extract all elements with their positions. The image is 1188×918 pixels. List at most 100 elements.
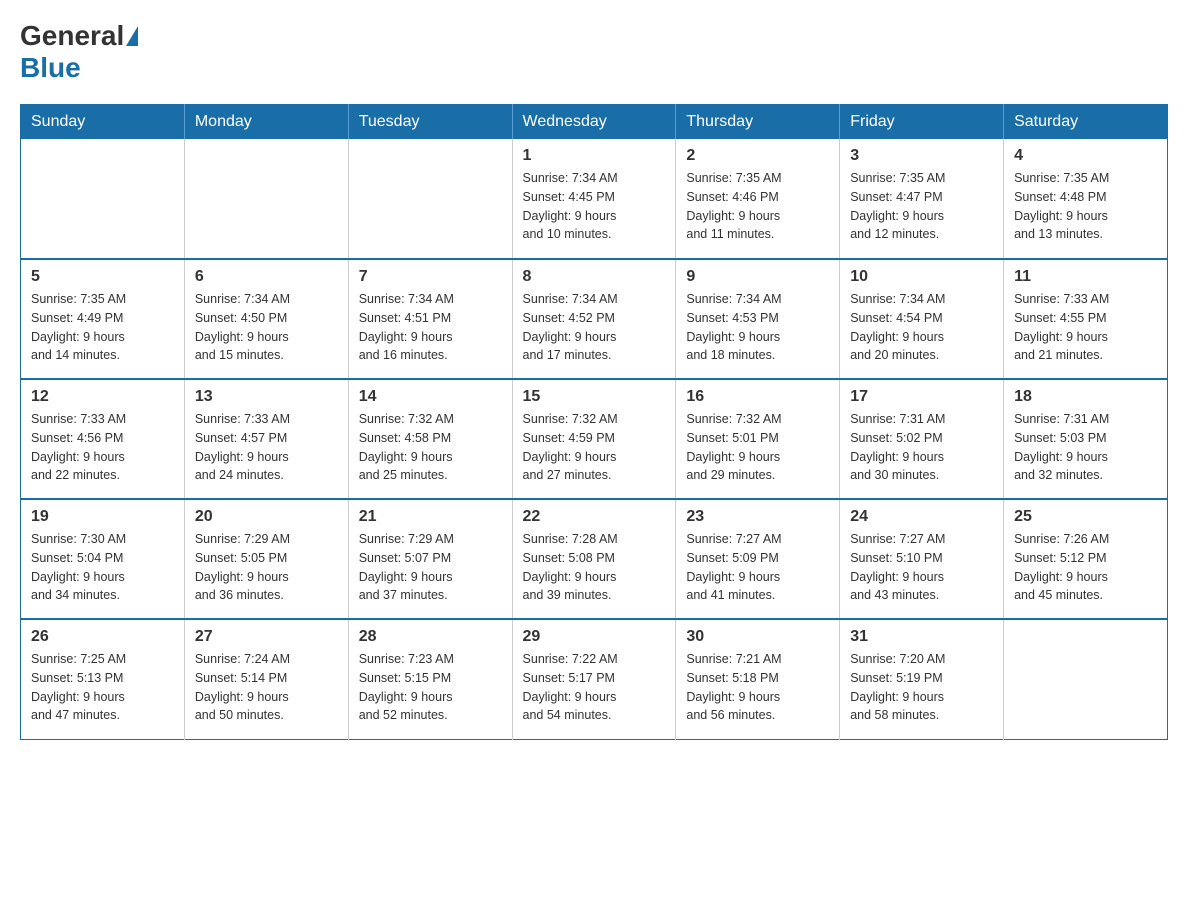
day-info: Sunrise: 7:34 AM Sunset: 4:54 PM Dayligh… [850, 290, 993, 365]
calendar-cell: 20Sunrise: 7:29 AM Sunset: 5:05 PM Dayli… [184, 499, 348, 619]
day-info: Sunrise: 7:31 AM Sunset: 5:03 PM Dayligh… [1014, 410, 1157, 485]
calendar-cell: 29 Sunrise: 7:22 AM Sunset: 5:17 PM Dayli… [512, 619, 676, 739]
calendar-cell: 13 Sunrise: 7:33 AM Sunset: 4:57 PM Dayli… [184, 379, 348, 499]
calendar-table: SundayMondayTuesdayWednesdayThursdayFrid… [20, 104, 1168, 740]
calendar-week-row: 19 Sunrise: 7:30 AM Sunset: 5:04 PM Dayli… [21, 499, 1168, 619]
day-number: 5 [31, 268, 174, 286]
calendar-cell: 21 Sunrise: 7:29 AM Sunset: 5:07 PM Dayli… [348, 499, 512, 619]
calendar-cell: 1Sunrise: 7:34 AM Sunset: 4:45 PM Daylig… [512, 139, 676, 259]
day-info: Sunrise: 7:22 AM Sunset: 5:17 PM Dayligh… [523, 650, 666, 725]
day-info: Sunrise: 7:26 AM Sunset: 5:12 PM Dayligh… [1014, 530, 1157, 605]
calendar-cell: 30Sunrise: 7:21 AM Sunset: 5:18 PM Dayli… [676, 619, 840, 739]
day-number: 16 [686, 388, 829, 406]
day-of-week-header: Friday [840, 105, 1004, 140]
day-info: Sunrise: 7:34 AM Sunset: 4:52 PM Dayligh… [523, 290, 666, 365]
day-info: Sunrise: 7:28 AM Sunset: 5:08 PM Dayligh… [523, 530, 666, 605]
logo-general-text: General [20, 20, 124, 52]
day-info: Sunrise: 7:25 AM Sunset: 5:13 PM Dayligh… [31, 650, 174, 725]
day-number: 27 [195, 628, 338, 646]
day-info: Sunrise: 7:34 AM Sunset: 4:45 PM Dayligh… [523, 169, 666, 244]
calendar-cell: 25 Sunrise: 7:26 AM Sunset: 5:12 PM Dayli… [1004, 499, 1168, 619]
day-info: Sunrise: 7:35 AM Sunset: 4:46 PM Dayligh… [686, 169, 829, 244]
calendar-week-row: 26 Sunrise: 7:25 AM Sunset: 5:13 PM Dayli… [21, 619, 1168, 739]
day-info: Sunrise: 7:34 AM Sunset: 4:53 PM Dayligh… [686, 290, 829, 365]
calendar-cell: 9 Sunrise: 7:34 AM Sunset: 4:53 PM Daylig… [676, 259, 840, 379]
day-number: 18 [1014, 388, 1157, 406]
day-number: 19 [31, 508, 174, 526]
day-of-week-header: Monday [184, 105, 348, 140]
day-info: Sunrise: 7:33 AM Sunset: 4:57 PM Dayligh… [195, 410, 338, 485]
calendar-cell [348, 139, 512, 259]
day-of-week-header: Thursday [676, 105, 840, 140]
calendar-cell: 26 Sunrise: 7:25 AM Sunset: 5:13 PM Dayli… [21, 619, 185, 739]
day-number: 25 [1014, 508, 1157, 526]
calendar-cell: 19 Sunrise: 7:30 AM Sunset: 5:04 PM Dayli… [21, 499, 185, 619]
calendar-cell: 24Sunrise: 7:27 AM Sunset: 5:10 PM Dayli… [840, 499, 1004, 619]
calendar-cell: 28 Sunrise: 7:23 AM Sunset: 5:15 PM Dayli… [348, 619, 512, 739]
day-info: Sunrise: 7:34 AM Sunset: 4:50 PM Dayligh… [195, 290, 338, 365]
day-number: 29 [523, 628, 666, 646]
day-number: 13 [195, 388, 338, 406]
day-number: 14 [359, 388, 502, 406]
calendar-cell: 22 Sunrise: 7:28 AM Sunset: 5:08 PM Dayli… [512, 499, 676, 619]
day-info: Sunrise: 7:23 AM Sunset: 5:15 PM Dayligh… [359, 650, 502, 725]
calendar-cell: 3 Sunrise: 7:35 AM Sunset: 4:47 PM Daylig… [840, 139, 1004, 259]
calendar-cell: 4 Sunrise: 7:35 AM Sunset: 4:48 PM Daylig… [1004, 139, 1168, 259]
day-number: 7 [359, 268, 502, 286]
day-number: 12 [31, 388, 174, 406]
day-number: 28 [359, 628, 502, 646]
day-number: 9 [686, 268, 829, 286]
calendar-cell: 17Sunrise: 7:31 AM Sunset: 5:02 PM Dayli… [840, 379, 1004, 499]
day-info: Sunrise: 7:35 AM Sunset: 4:49 PM Dayligh… [31, 290, 174, 365]
day-info: Sunrise: 7:33 AM Sunset: 4:56 PM Dayligh… [31, 410, 174, 485]
calendar-header: SundayMondayTuesdayWednesdayThursdayFrid… [21, 105, 1168, 140]
day-info: Sunrise: 7:30 AM Sunset: 5:04 PM Dayligh… [31, 530, 174, 605]
calendar-cell: 10Sunrise: 7:34 AM Sunset: 4:54 PM Dayli… [840, 259, 1004, 379]
calendar-cell [21, 139, 185, 259]
calendar-cell: 27 Sunrise: 7:24 AM Sunset: 5:14 PM Dayli… [184, 619, 348, 739]
days-of-week-row: SundayMondayTuesdayWednesdayThursdayFrid… [21, 105, 1168, 140]
calendar-week-row: 1Sunrise: 7:34 AM Sunset: 4:45 PM Daylig… [21, 139, 1168, 259]
calendar-week-row: 12 Sunrise: 7:33 AM Sunset: 4:56 PM Dayli… [21, 379, 1168, 499]
day-info: Sunrise: 7:32 AM Sunset: 4:59 PM Dayligh… [523, 410, 666, 485]
calendar-cell: 14Sunrise: 7:32 AM Sunset: 4:58 PM Dayli… [348, 379, 512, 499]
day-info: Sunrise: 7:20 AM Sunset: 5:19 PM Dayligh… [850, 650, 993, 725]
day-of-week-header: Tuesday [348, 105, 512, 140]
day-number: 20 [195, 508, 338, 526]
day-number: 26 [31, 628, 174, 646]
day-info: Sunrise: 7:27 AM Sunset: 5:09 PM Dayligh… [686, 530, 829, 605]
day-number: 21 [359, 508, 502, 526]
calendar-week-row: 5 Sunrise: 7:35 AM Sunset: 4:49 PM Daylig… [21, 259, 1168, 379]
day-number: 22 [523, 508, 666, 526]
logo-triangle-icon [126, 26, 138, 46]
day-info: Sunrise: 7:34 AM Sunset: 4:51 PM Dayligh… [359, 290, 502, 365]
day-of-week-header: Sunday [21, 105, 185, 140]
calendar-body: 1Sunrise: 7:34 AM Sunset: 4:45 PM Daylig… [21, 139, 1168, 739]
day-number: 8 [523, 268, 666, 286]
page-header: General Blue [20, 20, 1168, 84]
day-number: 30 [686, 628, 829, 646]
day-info: Sunrise: 7:35 AM Sunset: 4:48 PM Dayligh… [1014, 169, 1157, 244]
day-number: 11 [1014, 268, 1157, 286]
logo: General Blue [20, 20, 140, 84]
day-info: Sunrise: 7:24 AM Sunset: 5:14 PM Dayligh… [195, 650, 338, 725]
calendar-cell: 7 Sunrise: 7:34 AM Sunset: 4:51 PM Daylig… [348, 259, 512, 379]
calendar-cell: 6 Sunrise: 7:34 AM Sunset: 4:50 PM Daylig… [184, 259, 348, 379]
calendar-cell: 18 Sunrise: 7:31 AM Sunset: 5:03 PM Dayli… [1004, 379, 1168, 499]
day-number: 17 [850, 388, 993, 406]
day-number: 4 [1014, 147, 1157, 165]
calendar-cell: 31Sunrise: 7:20 AM Sunset: 5:19 PM Dayli… [840, 619, 1004, 739]
calendar-cell: 2 Sunrise: 7:35 AM Sunset: 4:46 PM Daylig… [676, 139, 840, 259]
day-info: Sunrise: 7:29 AM Sunset: 5:07 PM Dayligh… [359, 530, 502, 605]
calendar-cell [1004, 619, 1168, 739]
day-number: 3 [850, 147, 993, 165]
day-info: Sunrise: 7:27 AM Sunset: 5:10 PM Dayligh… [850, 530, 993, 605]
calendar-cell [184, 139, 348, 259]
day-info: Sunrise: 7:35 AM Sunset: 4:47 PM Dayligh… [850, 169, 993, 244]
day-number: 6 [195, 268, 338, 286]
day-number: 2 [686, 147, 829, 165]
calendar-cell: 12 Sunrise: 7:33 AM Sunset: 4:56 PM Dayli… [21, 379, 185, 499]
calendar-cell: 11Sunrise: 7:33 AM Sunset: 4:55 PM Dayli… [1004, 259, 1168, 379]
day-info: Sunrise: 7:32 AM Sunset: 5:01 PM Dayligh… [686, 410, 829, 485]
day-of-week-header: Saturday [1004, 105, 1168, 140]
